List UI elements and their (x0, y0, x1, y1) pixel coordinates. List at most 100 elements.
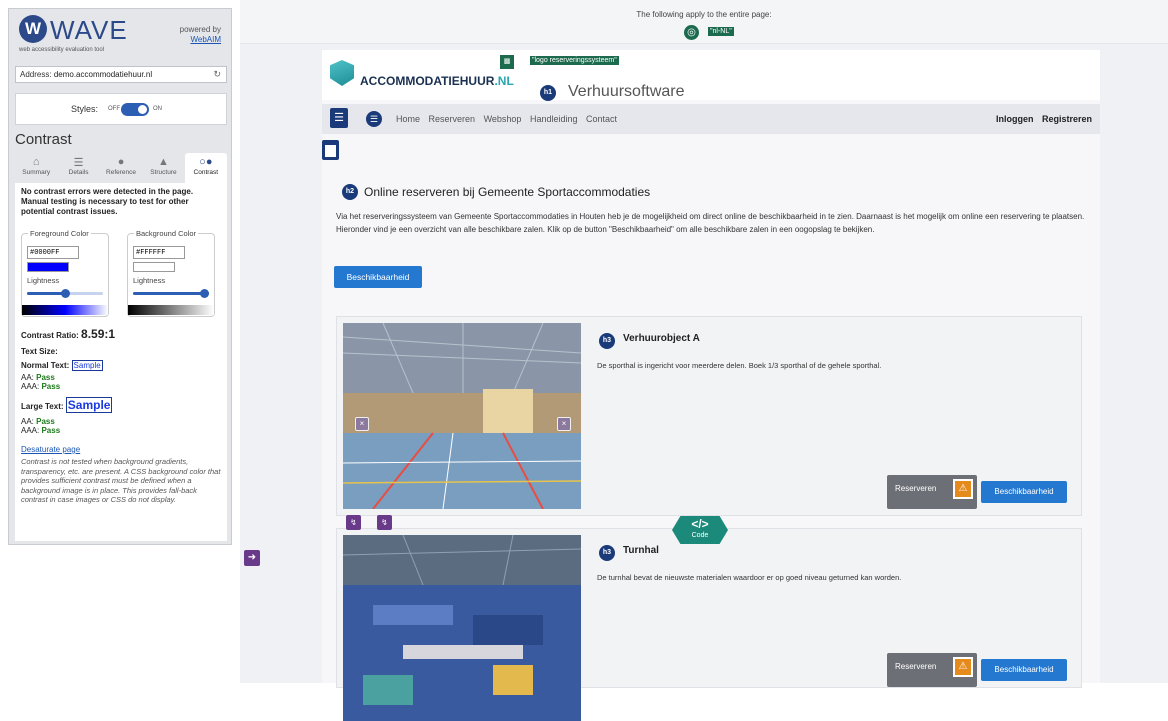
list-icon[interactable]: ☰ (366, 111, 382, 127)
normal-aaa-pass: Pass (41, 382, 61, 391)
normal-aaa: AAA: Pass (21, 382, 61, 391)
card-title: Verhuurobject A (623, 333, 700, 344)
site-header: ACCOMMODATIEHUUR.NL ▩ "logo reserverings… (322, 50, 1100, 101)
tab-details-label: Details (68, 169, 89, 176)
webaim-link[interactable]: WebAIM (190, 35, 221, 44)
sporthal-image (343, 323, 581, 509)
register-link[interactable]: Registreren (1042, 114, 1092, 124)
background-swatch (133, 262, 175, 272)
large-aa-pass: Pass (36, 417, 55, 426)
card-title: Turnhal (623, 545, 659, 556)
reserve-button[interactable]: Reserveren ⚠ (887, 475, 977, 509)
main-landmark-icon[interactable] (322, 140, 339, 160)
foreground-gradient (22, 305, 108, 315)
rental-card: × × h3 Verhuurobject A De sporthal is in… (336, 316, 1082, 516)
card-description: De sporthal is ingericht voor meerdere d… (597, 361, 882, 370)
contrast-message: No contrast errors were detected in the … (21, 187, 194, 216)
large-text-label: Large Text: (21, 402, 64, 411)
code-icon: </> (691, 517, 709, 531)
availability-button[interactable]: Beschikbaarheid (334, 266, 422, 288)
background-slider-fill (133, 292, 209, 295)
site-nav: ☰ ☰ Home Reserveren Webshop Handleiding … (322, 104, 1100, 134)
site-name[interactable]: ACCOMMODATIEHUUR.NL (360, 74, 514, 88)
panel-heading: Contrast (15, 131, 72, 148)
tab-reference-label: Reference (106, 169, 137, 176)
background-lightness-slider[interactable] (133, 289, 209, 298)
link-badge-icon[interactable]: ↯ (346, 515, 361, 530)
image-alt-badge-icon[interactable]: × (557, 417, 571, 431)
reserve-button-label: Reserveren (895, 662, 937, 671)
wave-logo-icon: W (19, 15, 47, 43)
h2-badge-icon[interactable]: h2 (342, 184, 358, 200)
card-description: De turnhal bevat de nieuwste materialen … (597, 573, 902, 582)
foreground-color-input[interactable] (27, 246, 79, 259)
nav-handleiding[interactable]: Handleiding (530, 114, 578, 124)
card-availability-button[interactable]: Beschikbaarheid (981, 659, 1067, 681)
desaturate-link[interactable]: Desaturate page (21, 445, 80, 454)
styles-on-label: ON (153, 106, 162, 112)
normal-text-label: Normal Text: (21, 361, 70, 370)
background-color-input[interactable] (133, 246, 185, 259)
applies-text: The following apply to the entire page: (636, 10, 772, 19)
reserve-button-label: Reserveren (895, 484, 937, 493)
foreground-lightness-label: Lightness (27, 276, 60, 285)
tab-details[interactable]: ☰ Details (57, 153, 100, 183)
normal-sample: Sample (71, 360, 103, 371)
foreground-slider-knob[interactable] (61, 289, 70, 298)
navigation-landmark-icon[interactable]: ☰ (330, 108, 348, 128)
info-icon: ● (117, 156, 125, 168)
foreground-label: Foreground Color (28, 229, 91, 238)
globe-icon[interactable]: ◎ (684, 25, 699, 40)
nav-webshop[interactable]: Webshop (484, 114, 522, 124)
background-label: Background Color (134, 229, 199, 238)
wave-title: WAVE (50, 15, 128, 45)
nav-home[interactable]: Home (396, 114, 420, 124)
tab-reference[interactable]: ● Reference (99, 153, 143, 183)
wave-page-bar: The following apply to the entire page: … (240, 0, 1168, 44)
contrast-ratio-label: Contrast Ratio: (21, 331, 79, 340)
image-alt-badge-icon[interactable]: × (355, 417, 369, 431)
tab-structure[interactable]: ▲ Structure (142, 153, 185, 183)
normal-aa: AA: Pass (21, 373, 55, 382)
login-link[interactable]: Inloggen (996, 114, 1034, 124)
accessibility-alert-icon[interactable]: ⚠ (953, 479, 973, 499)
nav-reserveren[interactable]: Reserveren (429, 114, 476, 124)
foreground-lightness-slider[interactable] (27, 289, 103, 298)
background-slider-knob[interactable] (200, 289, 209, 298)
foreground-slider-fill (27, 292, 65, 295)
reserve-button[interactable]: Reserveren ⚠ (887, 653, 977, 687)
card-availability-button[interactable]: Beschikbaarheid (981, 481, 1067, 503)
h3-badge-icon[interactable]: h3 (599, 333, 615, 349)
address-bar[interactable]: Address: demo.accommodatiehuur.nl ↻ (15, 66, 227, 83)
redirect-arrow-icon[interactable]: ➜ (244, 550, 260, 566)
contrast-panel: No contrast errors were detected in the … (15, 183, 227, 541)
large-aaa: AAA: Pass (21, 426, 61, 435)
background-color-box: Background Color Lightness (127, 229, 215, 317)
address-input[interactable]: demo.accommodatiehuur.nl (54, 70, 152, 79)
site-page: ACCOMMODATIEHUUR.NL ▩ "logo reserverings… (322, 50, 1100, 721)
address-label: Address: (20, 70, 52, 79)
section-heading: Online reserveren bij Gemeente Sportacco… (364, 185, 651, 199)
h3-badge-icon[interactable]: h3 (599, 545, 615, 561)
contrast-ratio: Contrast Ratio: 8.59:1 (21, 327, 115, 341)
nav-contact[interactable]: Contact (586, 114, 617, 124)
wave-subtitle: web accessibility evaluation tool (19, 47, 105, 53)
styles-panel: Styles: OFF ON (15, 93, 227, 125)
styles-toggle[interactable] (121, 103, 149, 116)
foreground-color-box: Foreground Color Lightness (21, 229, 109, 317)
alt-text-icon[interactable]: ▩ (500, 55, 514, 69)
reload-icon[interactable]: ↻ (213, 67, 221, 82)
foreground-swatch (27, 262, 69, 272)
tab-contrast[interactable]: ○● Contrast (184, 153, 228, 183)
link-badge-icon[interactable]: ↯ (377, 515, 392, 530)
large-aaa-pass: Pass (41, 426, 61, 435)
h1-badge-icon[interactable]: h1 (540, 85, 556, 101)
code-toggle-button[interactable]: </> Code (672, 516, 728, 544)
large-aa: AA: Pass (21, 417, 55, 426)
powered-by-label: powered by (179, 25, 221, 34)
accessibility-alert-icon[interactable]: ⚠ (953, 657, 973, 677)
tab-summary[interactable]: ⌂ Summary (15, 153, 58, 183)
contrast-ratio-value: 8.59:1 (81, 327, 116, 341)
site-logo-icon[interactable] (330, 60, 354, 86)
logo-alt-text: "logo reserveringssysteem" (530, 56, 619, 65)
